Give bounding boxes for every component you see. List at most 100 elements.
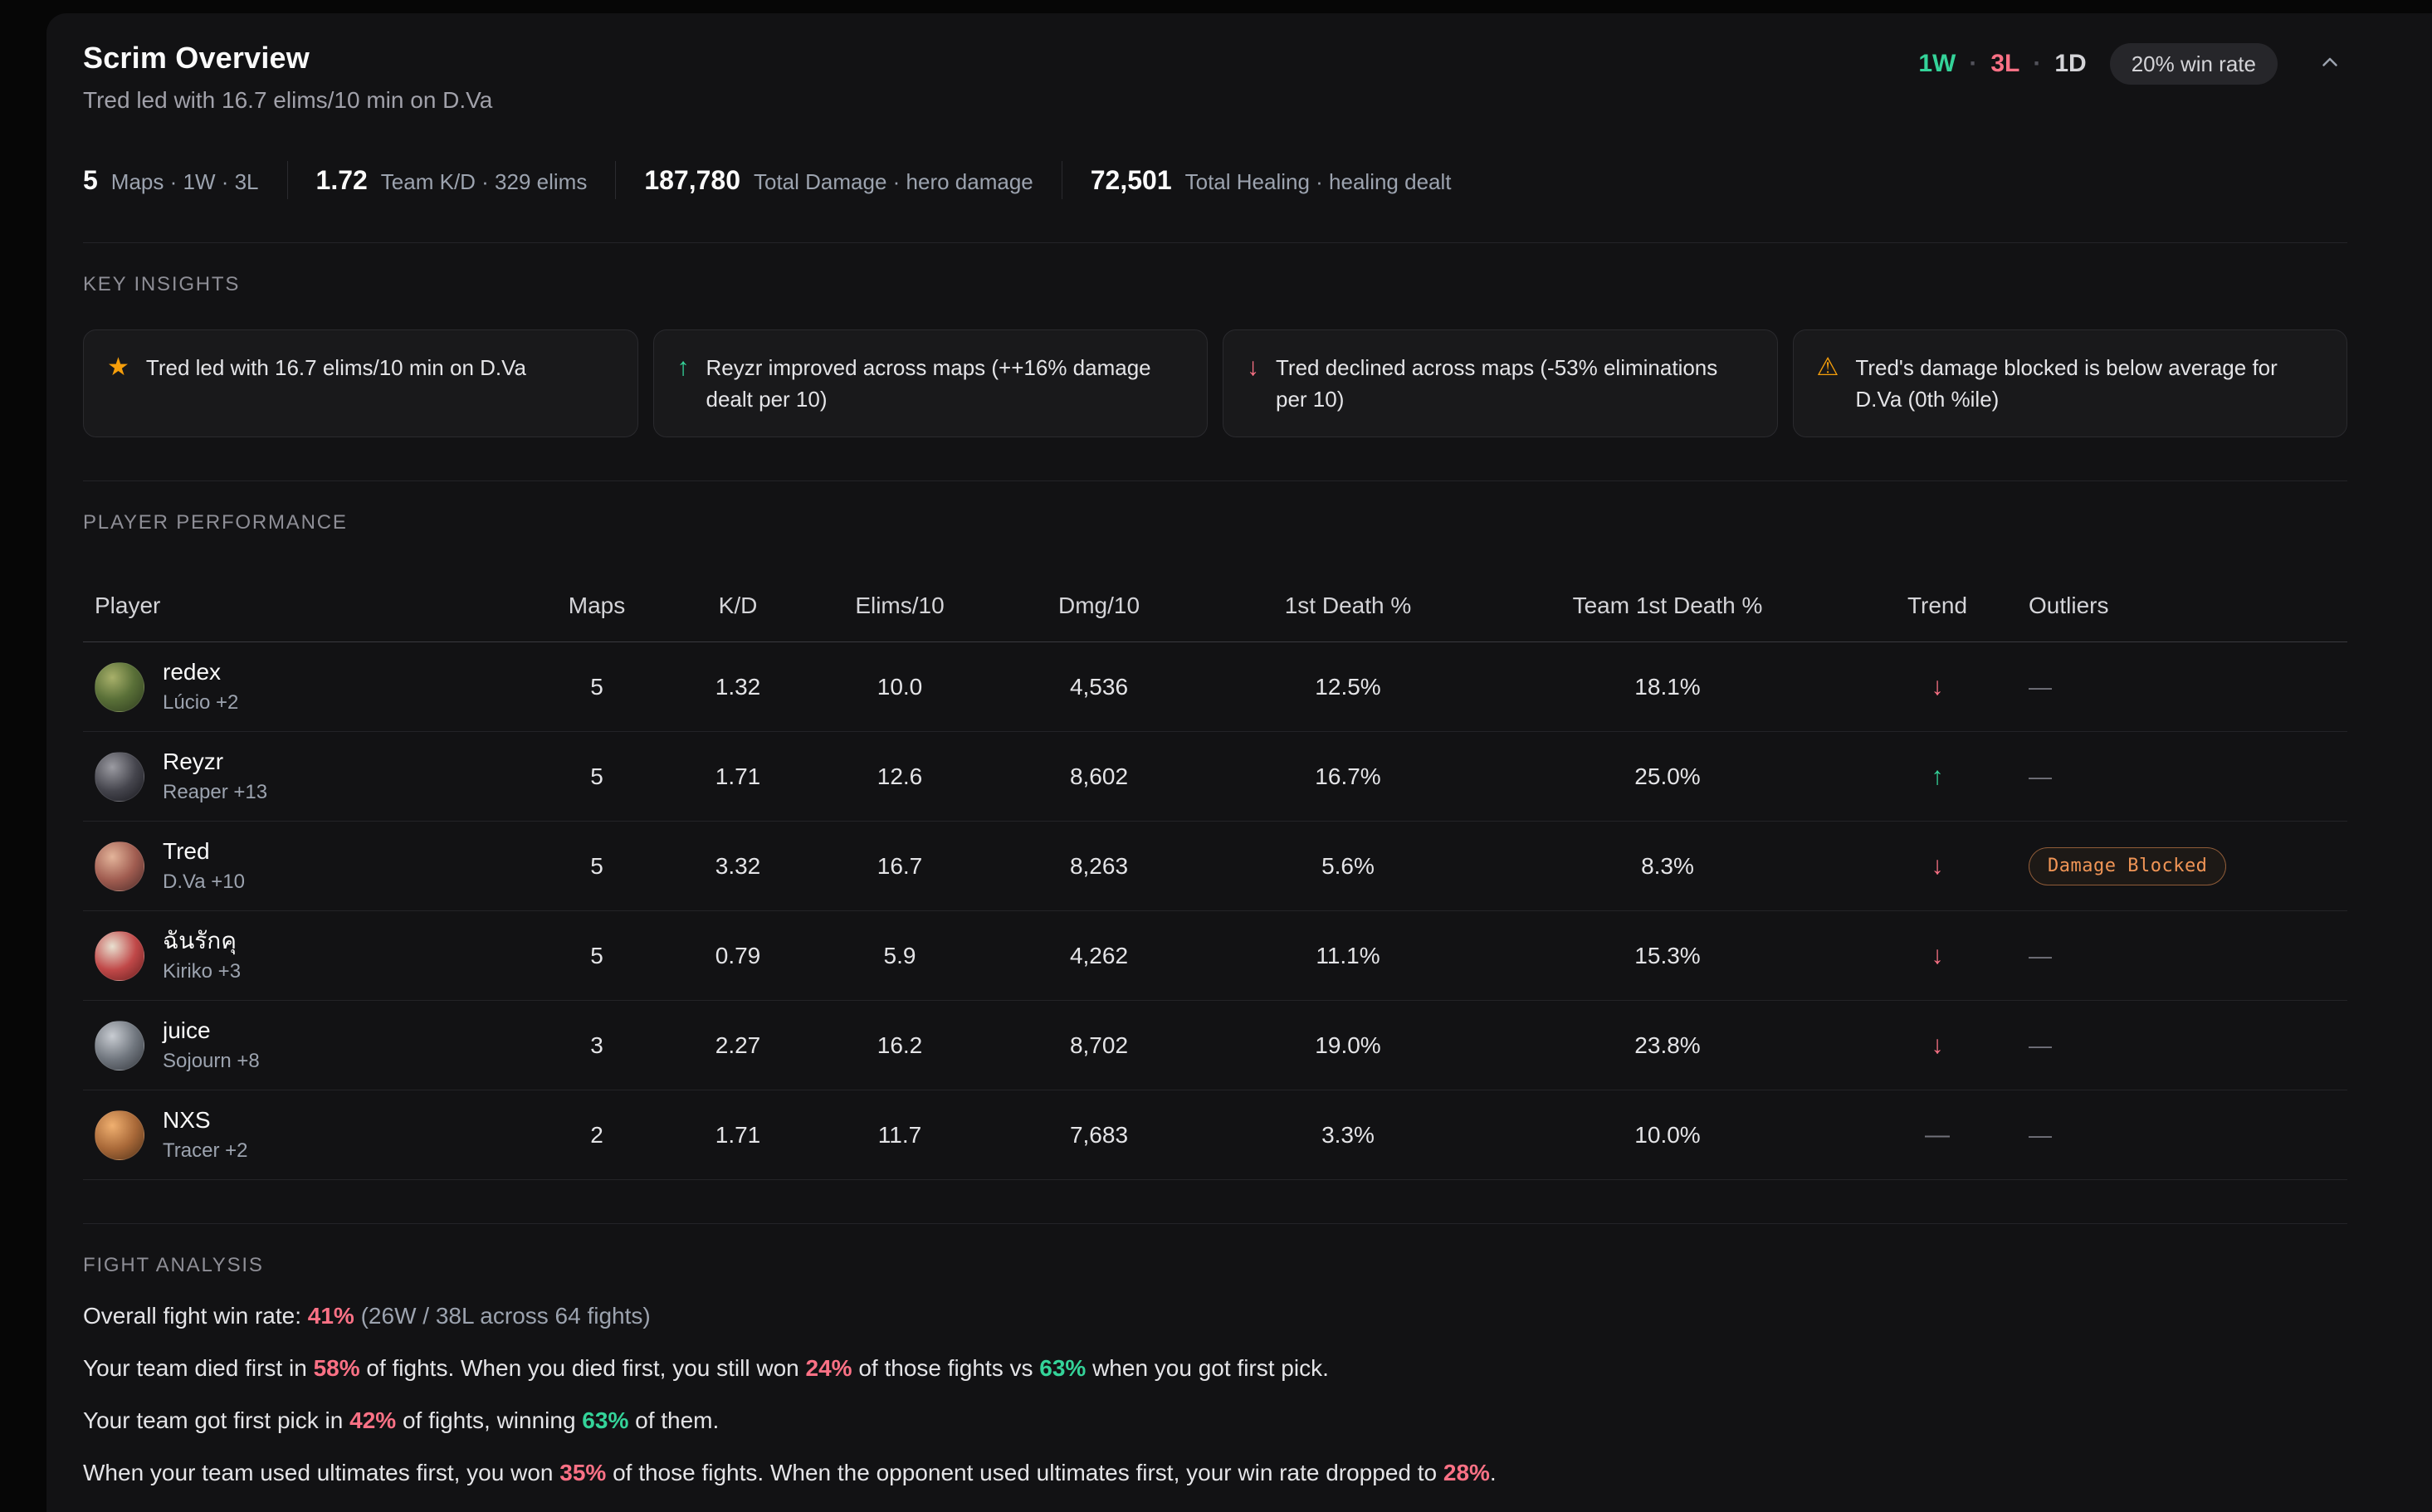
insight-text: Tred's damage blocked is below average f… <box>1855 352 2323 415</box>
column-header-dmg10: Dmg/10 <box>991 593 1207 619</box>
maps-cell: 5 <box>526 943 667 969</box>
kd-cell: 1.32 <box>667 674 808 700</box>
player-heroes: D.Va +10 <box>163 871 245 894</box>
outliers-cell: Damage Blocked <box>2029 847 2347 885</box>
text-segment: (26W / 38L across 64 fights) <box>361 1303 651 1329</box>
player-cell: redex Lúcio +2 <box>95 659 526 715</box>
player-performance-table: Player Maps K/D Elims/10 Dmg/10 1st Deat… <box>83 573 2347 1180</box>
stat-label: Maps · 1W · 3L <box>111 169 259 195</box>
record-separator: · <box>1969 50 1977 78</box>
kd-cell: 2.27 <box>667 1032 808 1059</box>
stat-highlight: 63% <box>582 1407 628 1433</box>
first-death-cell: 5.6% <box>1207 853 1489 880</box>
star-icon: ★ <box>107 352 129 383</box>
maps-cell: 3 <box>526 1032 667 1059</box>
player-cell: juice Sojourn +8 <box>95 1017 526 1073</box>
record-draws: 1D <box>2054 50 2086 78</box>
player-cell: ฉันรักคุ Kiriko +3 <box>95 928 526 983</box>
text-segment: of those fights. When the opponent used … <box>606 1460 1443 1485</box>
dmg10-cell: 8,263 <box>991 853 1207 880</box>
record-losses: 3L <box>1990 50 2019 78</box>
key-insights-heading: KEY INSIGHTS <box>83 273 2347 296</box>
column-header-player: Player <box>95 593 526 619</box>
player-heroes: Sojourn +8 <box>163 1050 260 1073</box>
stat-total-damage: 187,780 Total Damage · hero damage <box>644 165 1033 196</box>
team-first-death-cell: 15.3% <box>1489 943 1846 969</box>
section-divider <box>83 242 2347 243</box>
dmg10-cell: 4,536 <box>991 674 1207 700</box>
trend-down-icon: ↓ <box>1846 852 2029 880</box>
stat-highlight: 42% <box>349 1407 396 1433</box>
team-first-death-cell: 23.8% <box>1489 1032 1846 1059</box>
page-title: Scrim Overview <box>83 40 492 76</box>
warning-icon: ⚠ <box>1817 352 1839 383</box>
team-first-death-cell: 10.0% <box>1489 1122 1846 1149</box>
player-heroes: Tracer +2 <box>163 1139 247 1163</box>
stat-highlight: 41% <box>308 1303 354 1329</box>
stat-label: Total Damage · hero damage <box>754 169 1033 195</box>
player-heroes: Reaper +13 <box>163 781 267 804</box>
text-segment: of them. <box>628 1407 719 1433</box>
section-divider <box>83 480 2347 481</box>
maps-cell: 5 <box>526 763 667 790</box>
stat-highlight: 28% <box>1443 1460 1490 1485</box>
stat-divider <box>615 161 616 199</box>
stat-divider <box>287 161 288 199</box>
win-rate-badge: 20% win rate <box>2110 43 2278 85</box>
player-avatar <box>95 662 144 712</box>
column-header-trend: Trend <box>1846 593 2029 619</box>
insight-text: Tred led with 16.7 elims/10 min on D.Va <box>146 352 526 383</box>
table-row[interactable]: Tred D.Va +10 5 3.32 16.7 8,263 5.6% 8.3… <box>83 822 2347 911</box>
maps-cell: 2 <box>526 1122 667 1149</box>
stat-highlight: 58% <box>314 1355 360 1381</box>
elims10-cell: 5.9 <box>808 943 991 969</box>
player-name: Reyzr <box>163 749 267 775</box>
outlier-badge: Damage Blocked <box>2029 847 2226 885</box>
stat-value: 187,780 <box>644 165 740 196</box>
header-titles: Scrim Overview Tred led with 16.7 elims/… <box>83 40 492 115</box>
insight-text: Tred declined across maps (-53% eliminat… <box>1276 352 1754 415</box>
fight-analysis-heading: FIGHT ANALYSIS <box>83 1254 2347 1277</box>
outliers-cell: — <box>2029 1032 2347 1059</box>
player-avatar <box>95 752 144 802</box>
insight-card: ★ Tred led with 16.7 elims/10 min on D.V… <box>83 329 638 437</box>
collapse-button[interactable] <box>2312 46 2347 83</box>
fight-analysis-lines: Overall fight win rate: 41% (26W / 38L a… <box>83 1304 2347 1485</box>
player-name: redex <box>163 659 238 685</box>
table-row[interactable]: ฉันรักคุ Kiriko +3 5 0.79 5.9 4,262 11.1… <box>83 911 2347 1001</box>
summary-stats-row: 5 Maps · 1W · 3L 1.72 Team K/D · 329 eli… <box>83 161 2347 199</box>
chevron-up-icon <box>2317 51 2342 78</box>
player-avatar <box>95 1021 144 1071</box>
column-header-outliers: Outliers <box>2029 593 2347 619</box>
record-separator: · <box>2033 50 2041 78</box>
stat-label: Total Healing · healing dealt <box>1185 169 1452 195</box>
elims10-cell: 16.2 <box>808 1032 991 1059</box>
player-heroes: Lúcio +2 <box>163 691 238 715</box>
team-first-death-cell: 18.1% <box>1489 674 1846 700</box>
table-row[interactable]: redex Lúcio +2 5 1.32 10.0 4,536 12.5% 1… <box>83 642 2347 732</box>
stat-highlight: 63% <box>1039 1355 1086 1381</box>
text-segment <box>354 1303 361 1329</box>
first-death-cell: 3.3% <box>1207 1122 1489 1149</box>
text-segment: Overall fight win rate: <box>83 1303 308 1329</box>
column-header-maps: Maps <box>526 593 667 619</box>
player-cell: Tred D.Va +10 <box>95 838 526 894</box>
header-record: 1W · 3L · 1D 20% win rate <box>1918 43 2347 85</box>
page-subtitle: Tred led with 16.7 elims/10 min on D.Va <box>83 86 492 115</box>
insight-card: ⚠ Tred's damage blocked is below average… <box>1793 329 2348 437</box>
table-row[interactable]: juice Sojourn +8 3 2.27 16.2 8,702 19.0%… <box>83 1001 2347 1090</box>
text-segment: Your team died first in <box>83 1355 314 1381</box>
table-row[interactable]: NXS Tracer +2 2 1.71 11.7 7,683 3.3% 10.… <box>83 1090 2347 1180</box>
first-death-cell: 19.0% <box>1207 1032 1489 1059</box>
player-heroes: Kiriko +3 <box>163 960 241 983</box>
stat-highlight: 24% <box>806 1355 852 1381</box>
insight-text: Reyzr improved across maps (++16% damage… <box>706 352 1184 415</box>
kd-cell: 0.79 <box>667 943 808 969</box>
column-header-team-first-death: Team 1st Death % <box>1489 593 1846 619</box>
team-first-death-cell: 25.0% <box>1489 763 1846 790</box>
stat-label: Team K/D · 329 elims <box>381 169 588 195</box>
text-segment: Your team got first pick in <box>83 1407 349 1433</box>
table-row[interactable]: Reyzr Reaper +13 5 1.71 12.6 8,602 16.7%… <box>83 732 2347 822</box>
first-death-cell: 12.5% <box>1207 674 1489 700</box>
stat-maps: 5 Maps · 1W · 3L <box>83 165 259 196</box>
